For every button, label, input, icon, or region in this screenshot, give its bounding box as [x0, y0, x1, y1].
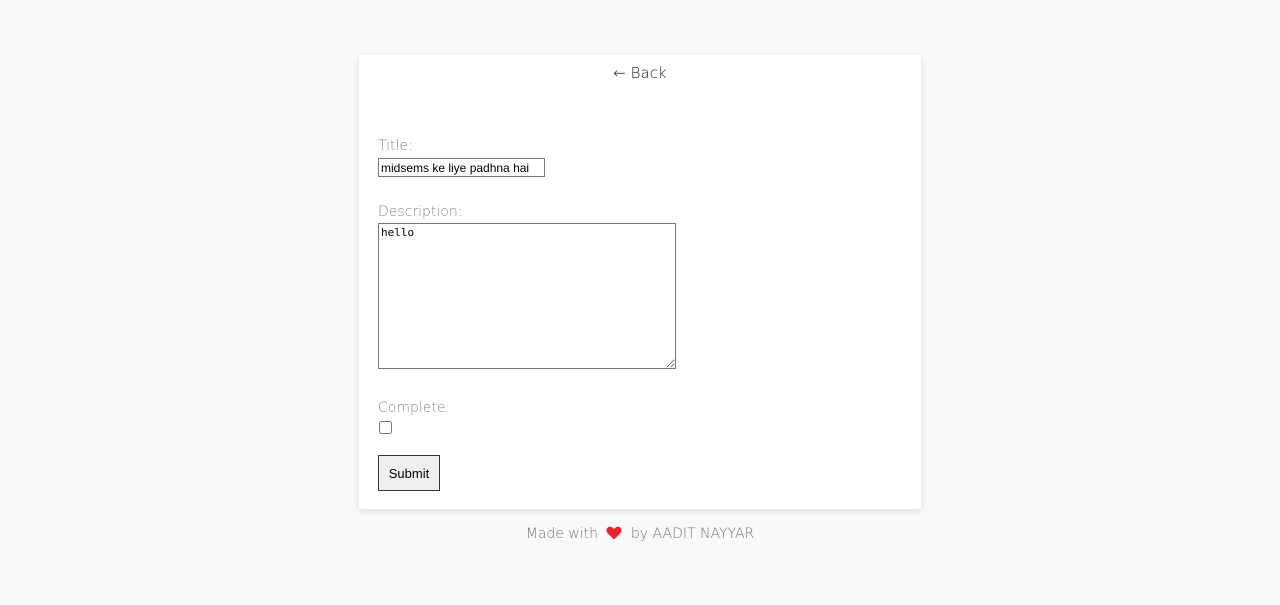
back-link[interactable]: ← Back	[359, 64, 921, 82]
complete-label: Complete:	[378, 400, 451, 416]
submit-button[interactable]: Submit	[378, 455, 440, 491]
footer-author: by AADIT NAYYAR	[630, 526, 755, 542]
footer-prefix: Made with	[525, 526, 599, 542]
title-input[interactable]	[378, 158, 545, 177]
description-textarea[interactable]: hello	[378, 223, 676, 369]
complete-checkbox[interactable]	[379, 421, 392, 434]
title-label: Title:	[378, 138, 413, 154]
heart-icon	[606, 526, 622, 544]
footer: Made with by AADIT NAYYAR	[0, 526, 1280, 544]
edit-todo-card: ← Back Title: Description: hello Complet…	[359, 55, 921, 509]
description-label: Description:	[378, 204, 463, 220]
